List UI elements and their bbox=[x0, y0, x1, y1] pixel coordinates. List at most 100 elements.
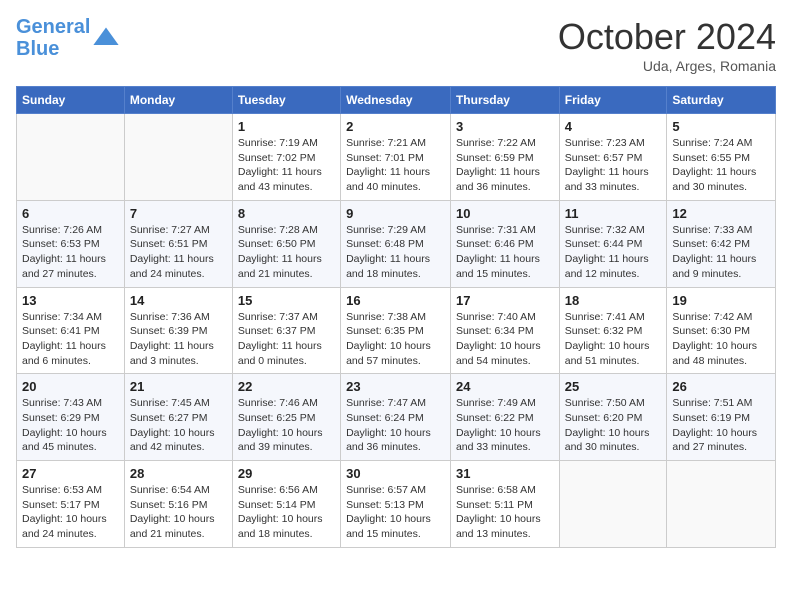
column-header-tuesday: Tuesday bbox=[232, 87, 340, 114]
day-detail: Sunrise: 7:21 AM Sunset: 7:01 PM Dayligh… bbox=[346, 136, 445, 195]
day-number: 25 bbox=[565, 379, 662, 394]
day-number: 15 bbox=[238, 293, 335, 308]
day-detail: Sunrise: 7:45 AM Sunset: 6:27 PM Dayligh… bbox=[130, 396, 227, 455]
day-number: 23 bbox=[346, 379, 445, 394]
column-header-wednesday: Wednesday bbox=[341, 87, 451, 114]
day-detail: Sunrise: 7:27 AM Sunset: 6:51 PM Dayligh… bbox=[130, 223, 227, 282]
calendar-cell: 17 Sunrise: 7:40 AM Sunset: 6:34 PM Dayli… bbox=[450, 287, 559, 374]
calendar-cell: 3 Sunrise: 7:22 AM Sunset: 6:59 PM Daylig… bbox=[450, 114, 559, 201]
day-detail: Sunrise: 7:49 AM Sunset: 6:22 PM Dayligh… bbox=[456, 396, 554, 455]
column-header-monday: Monday bbox=[124, 87, 232, 114]
day-detail: Sunrise: 7:34 AM Sunset: 6:41 PM Dayligh… bbox=[22, 310, 119, 369]
calendar-cell: 19 Sunrise: 7:42 AM Sunset: 6:30 PM Dayli… bbox=[667, 287, 776, 374]
calendar-header-row: SundayMondayTuesdayWednesdayThursdayFrid… bbox=[17, 87, 776, 114]
calendar-cell: 10 Sunrise: 7:31 AM Sunset: 6:46 PM Dayli… bbox=[450, 200, 559, 287]
calendar-cell: 1 Sunrise: 7:19 AM Sunset: 7:02 PM Daylig… bbox=[232, 114, 340, 201]
day-number: 31 bbox=[456, 466, 554, 481]
calendar-cell bbox=[559, 461, 667, 548]
day-number: 18 bbox=[565, 293, 662, 308]
day-number: 20 bbox=[22, 379, 119, 394]
day-detail: Sunrise: 6:58 AM Sunset: 5:11 PM Dayligh… bbox=[456, 483, 554, 542]
day-detail: Sunrise: 7:41 AM Sunset: 6:32 PM Dayligh… bbox=[565, 310, 662, 369]
calendar-cell bbox=[124, 114, 232, 201]
day-number: 13 bbox=[22, 293, 119, 308]
calendar-cell: 5Sunrise: 7:24 AM Sunset: 6:55 PM Daylig… bbox=[667, 114, 776, 201]
calendar-cell: 24 Sunrise: 7:49 AM Sunset: 6:22 PM Dayli… bbox=[450, 374, 559, 461]
day-number: 19 bbox=[672, 293, 770, 308]
calendar-cell: 30Sunrise: 6:57 AM Sunset: 5:13 PM Dayli… bbox=[341, 461, 451, 548]
day-detail: Sunrise: 7:33 AM Sunset: 6:42 PM Dayligh… bbox=[672, 223, 770, 282]
day-number: 12 bbox=[672, 206, 770, 221]
logo-icon bbox=[92, 24, 120, 52]
calendar-cell: 7 Sunrise: 7:27 AM Sunset: 6:51 PM Daylig… bbox=[124, 200, 232, 287]
calendar-cell: 2 Sunrise: 7:21 AM Sunset: 7:01 PM Daylig… bbox=[341, 114, 451, 201]
day-number: 21 bbox=[130, 379, 227, 394]
location: Uda, Arges, Romania bbox=[558, 58, 776, 74]
day-detail: Sunrise: 7:43 AM Sunset: 6:29 PM Dayligh… bbox=[22, 396, 119, 455]
day-number: 2 bbox=[346, 119, 445, 134]
column-header-saturday: Saturday bbox=[667, 87, 776, 114]
calendar-cell: 8Sunrise: 7:28 AM Sunset: 6:50 PM Daylig… bbox=[232, 200, 340, 287]
calendar-cell: 21 Sunrise: 7:45 AM Sunset: 6:27 PM Dayli… bbox=[124, 374, 232, 461]
day-detail: Sunrise: 7:22 AM Sunset: 6:59 PM Dayligh… bbox=[456, 136, 554, 195]
day-number: 11 bbox=[565, 206, 662, 221]
calendar-cell bbox=[17, 114, 125, 201]
calendar-cell: 4 Sunrise: 7:23 AM Sunset: 6:57 PM Daylig… bbox=[559, 114, 667, 201]
day-detail: Sunrise: 7:40 AM Sunset: 6:34 PM Dayligh… bbox=[456, 310, 554, 369]
title-area: October 2024 Uda, Arges, Romania bbox=[558, 16, 776, 74]
calendar-cell: 28Sunrise: 6:54 AM Sunset: 5:16 PM Dayli… bbox=[124, 461, 232, 548]
day-number: 3 bbox=[456, 119, 554, 134]
day-number: 7 bbox=[130, 206, 227, 221]
day-detail: Sunrise: 7:46 AM Sunset: 6:25 PM Dayligh… bbox=[238, 396, 335, 455]
calendar-row: 27Sunrise: 6:53 AM Sunset: 5:17 PM Dayli… bbox=[17, 461, 776, 548]
calendar-cell: 25 Sunrise: 7:50 AM Sunset: 6:20 PM Dayli… bbox=[559, 374, 667, 461]
day-detail: Sunrise: 7:31 AM Sunset: 6:46 PM Dayligh… bbox=[456, 223, 554, 282]
day-number: 14 bbox=[130, 293, 227, 308]
day-detail: Sunrise: 7:42 AM Sunset: 6:30 PM Dayligh… bbox=[672, 310, 770, 369]
day-detail: Sunrise: 7:19 AM Sunset: 7:02 PM Dayligh… bbox=[238, 136, 335, 195]
day-number: 4 bbox=[565, 119, 662, 134]
calendar-cell: 22 Sunrise: 7:46 AM Sunset: 6:25 PM Dayli… bbox=[232, 374, 340, 461]
calendar-cell: 20 Sunrise: 7:43 AM Sunset: 6:29 PM Dayli… bbox=[17, 374, 125, 461]
day-detail: Sunrise: 7:24 AM Sunset: 6:55 PM Dayligh… bbox=[672, 136, 770, 195]
calendar-row: 1 Sunrise: 7:19 AM Sunset: 7:02 PM Daylig… bbox=[17, 114, 776, 201]
day-number: 24 bbox=[456, 379, 554, 394]
day-number: 1 bbox=[238, 119, 335, 134]
day-number: 22 bbox=[238, 379, 335, 394]
calendar-cell: 14 Sunrise: 7:36 AM Sunset: 6:39 PM Dayli… bbox=[124, 287, 232, 374]
day-number: 6 bbox=[22, 206, 119, 221]
calendar-cell: 23 Sunrise: 7:47 AM Sunset: 6:24 PM Dayli… bbox=[341, 374, 451, 461]
calendar-row: 6 Sunrise: 7:26 AM Sunset: 6:53 PM Daylig… bbox=[17, 200, 776, 287]
column-header-friday: Friday bbox=[559, 87, 667, 114]
day-detail: Sunrise: 6:57 AM Sunset: 5:13 PM Dayligh… bbox=[346, 483, 445, 542]
day-detail: Sunrise: 7:37 AM Sunset: 6:37 PM Dayligh… bbox=[238, 310, 335, 369]
day-detail: Sunrise: 7:50 AM Sunset: 6:20 PM Dayligh… bbox=[565, 396, 662, 455]
logo: GeneralBlue bbox=[16, 16, 120, 60]
day-detail: Sunrise: 7:36 AM Sunset: 6:39 PM Dayligh… bbox=[130, 310, 227, 369]
day-number: 9 bbox=[346, 206, 445, 221]
day-number: 8 bbox=[238, 206, 335, 221]
calendar-cell: 12 Sunrise: 7:33 AM Sunset: 6:42 PM Dayli… bbox=[667, 200, 776, 287]
calendar-cell: 15 Sunrise: 7:37 AM Sunset: 6:37 PM Dayli… bbox=[232, 287, 340, 374]
page-header: GeneralBlue October 2024 Uda, Arges, Rom… bbox=[16, 16, 776, 74]
calendar-cell: 16 Sunrise: 7:38 AM Sunset: 6:35 PM Dayli… bbox=[341, 287, 451, 374]
column-header-sunday: Sunday bbox=[17, 87, 125, 114]
calendar-cell: 18 Sunrise: 7:41 AM Sunset: 6:32 PM Dayli… bbox=[559, 287, 667, 374]
calendar-table: SundayMondayTuesdayWednesdayThursdayFrid… bbox=[16, 86, 776, 548]
day-detail: Sunrise: 6:54 AM Sunset: 5:16 PM Dayligh… bbox=[130, 483, 227, 542]
day-detail: Sunrise: 7:38 AM Sunset: 6:35 PM Dayligh… bbox=[346, 310, 445, 369]
calendar-cell: 11Sunrise: 7:32 AM Sunset: 6:44 PM Dayli… bbox=[559, 200, 667, 287]
day-detail: Sunrise: 7:26 AM Sunset: 6:53 PM Dayligh… bbox=[22, 223, 119, 282]
day-number: 29 bbox=[238, 466, 335, 481]
day-detail: Sunrise: 6:56 AM Sunset: 5:14 PM Dayligh… bbox=[238, 483, 335, 542]
day-detail: Sunrise: 7:47 AM Sunset: 6:24 PM Dayligh… bbox=[346, 396, 445, 455]
calendar-cell: 29 Sunrise: 6:56 AM Sunset: 5:14 PM Dayli… bbox=[232, 461, 340, 548]
day-number: 10 bbox=[456, 206, 554, 221]
day-detail: Sunrise: 7:29 AM Sunset: 6:48 PM Dayligh… bbox=[346, 223, 445, 282]
day-number: 16 bbox=[346, 293, 445, 308]
calendar-cell: 31 Sunrise: 6:58 AM Sunset: 5:11 PM Dayli… bbox=[450, 461, 559, 548]
day-detail: Sunrise: 7:23 AM Sunset: 6:57 PM Dayligh… bbox=[565, 136, 662, 195]
day-number: 17 bbox=[456, 293, 554, 308]
month-title: October 2024 bbox=[558, 16, 776, 58]
calendar-cell: 9 Sunrise: 7:29 AM Sunset: 6:48 PM Daylig… bbox=[341, 200, 451, 287]
